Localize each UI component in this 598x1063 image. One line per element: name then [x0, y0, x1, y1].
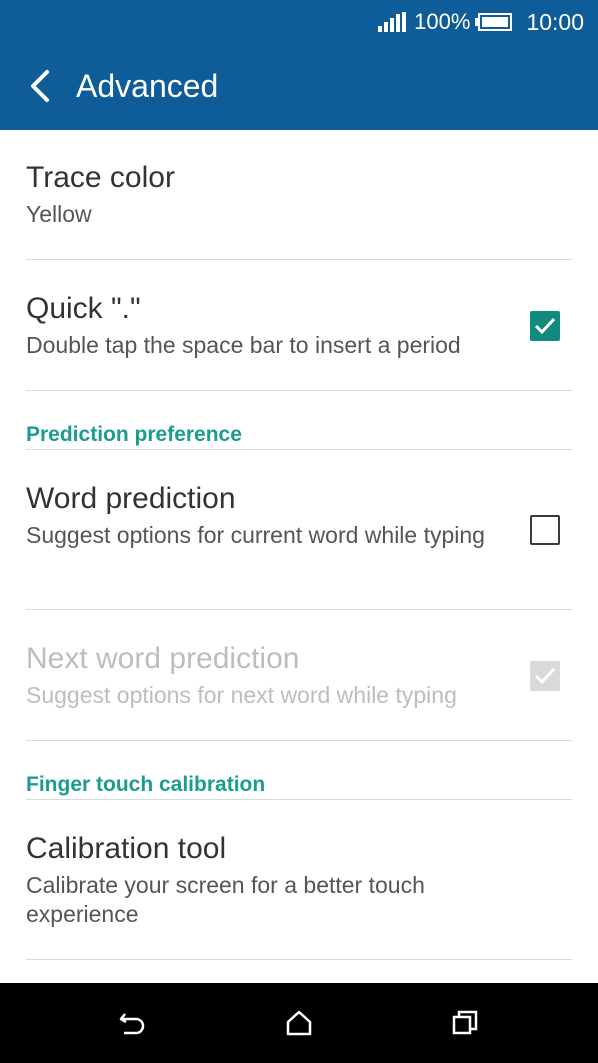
- status-time: 10:00: [526, 8, 584, 35]
- quick-period-checkbox[interactable]: [530, 311, 560, 341]
- quick-period-row[interactable]: Quick "." Double tap the space bar to in…: [26, 291, 572, 391]
- trace-color-value: Yellow: [26, 201, 92, 227]
- chevron-left-icon: [31, 70, 49, 102]
- checkmark-icon: [534, 667, 556, 685]
- signal-icon: [378, 12, 407, 32]
- trace-color-row[interactable]: Trace color Yellow: [26, 160, 572, 260]
- word-prediction-title: Word prediction: [26, 482, 236, 515]
- navigation-bar: [0, 983, 598, 1063]
- nav-home-button[interactable]: [281, 1005, 317, 1041]
- calibration-tool-row[interactable]: Calibration tool Calibrate your screen f…: [26, 831, 572, 960]
- status-bar: 100% 10:00: [0, 0, 598, 44]
- home-icon: [286, 1010, 312, 1036]
- app-bar: Advanced: [0, 44, 598, 130]
- quick-period-subtitle: Double tap the space bar to insert a per…: [26, 332, 461, 358]
- status-icons: 100% 10:00: [378, 8, 584, 36]
- word-prediction-checkbox[interactable]: [530, 515, 560, 545]
- back-arrow-icon: [119, 1013, 145, 1035]
- recents-icon: [452, 1010, 478, 1035]
- battery-icon: [475, 13, 513, 31]
- section-prediction-preference: Prediction preference: [26, 422, 572, 450]
- nav-back-button[interactable]: [115, 1005, 151, 1041]
- word-prediction-row[interactable]: Word prediction Suggest options for curr…: [26, 481, 572, 610]
- calibration-tool-subtitle: Calibrate your screen for a better touch…: [26, 872, 425, 927]
- word-prediction-subtitle: Suggest options for current word while t…: [26, 522, 485, 548]
- next-word-prediction-subtitle: Suggest options for next word while typi…: [26, 682, 457, 708]
- page-title: Advanced: [76, 68, 219, 104]
- section-finger-touch-calibration: Finger touch calibration: [26, 772, 572, 800]
- trace-color-title: Trace color: [26, 161, 175, 194]
- checkmark-icon: [534, 317, 556, 335]
- back-button[interactable]: [22, 66, 58, 106]
- next-word-prediction-title: Next word prediction: [26, 642, 300, 675]
- next-word-prediction-row: Next word prediction Suggest options for…: [26, 641, 572, 741]
- calibration-tool-title: Calibration tool: [26, 832, 227, 865]
- battery-percent: 100%: [414, 9, 471, 34]
- nav-recents-button[interactable]: [447, 1005, 483, 1041]
- quick-period-title: Quick ".": [26, 292, 141, 325]
- next-word-prediction-checkbox: [530, 661, 560, 691]
